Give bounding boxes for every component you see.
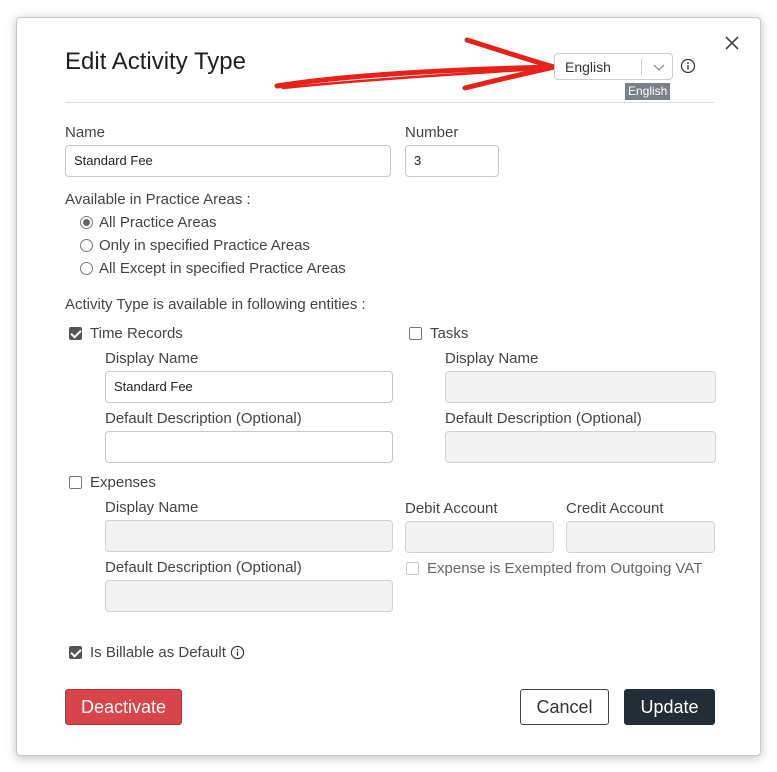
credit-account-label: Credit Account [566,500,664,517]
billable-checkbox-row[interactable]: Is Billable as Default [69,644,245,661]
time-records-checkbox-row[interactable]: Time Records [69,325,183,342]
radio-label: Only in specified Practice Areas [99,237,310,254]
select-separator [641,59,642,75]
name-input[interactable]: Standard Fee [65,145,391,177]
tasks-display-name-input [445,371,716,403]
deactivate-button[interactable]: Deactivate [65,689,182,725]
expenses-checkbox-row[interactable]: Expenses [69,474,156,491]
time-records-default-desc-input[interactable] [105,431,393,463]
radio-all-except-specified[interactable]: All Except in specified Practice Areas [80,260,346,277]
entities-label: Activity Type is available in following … [65,296,366,313]
radio-all-practice-areas[interactable]: All Practice Areas [80,214,217,231]
time-records-checkbox[interactable] [69,327,82,340]
expenses-checkbox[interactable] [69,476,82,489]
radio-label: All Except in specified Practice Areas [99,260,346,277]
language-tooltip: English [625,83,671,100]
tasks-default-desc-input [445,431,716,463]
radio-button[interactable] [80,239,93,252]
time-records-label: Time Records [90,325,183,342]
tasks-label: Tasks [430,325,469,342]
language-select[interactable]: English [554,53,673,80]
chevron-down-icon[interactable] [647,55,671,79]
time-records-default-desc-label: Default Description (Optional) [105,410,302,427]
debit-account-label: Debit Account [405,500,498,517]
expenses-display-name-label: Display Name [105,499,199,516]
edit-activity-type-dialog: Edit Activity Type English English Name … [16,17,761,756]
radio-label: All Practice Areas [99,214,217,231]
radio-button[interactable] [80,262,93,275]
dialog-title: Edit Activity Type [65,48,246,75]
vat-exempt-checkbox-row: Expense is Exempted from Outgoing VAT [406,560,702,577]
tasks-default-desc-label: Default Description (Optional) [445,410,642,427]
credit-account-input [566,521,715,553]
close-button[interactable] [721,32,743,54]
time-records-display-name-label: Display Name [105,350,199,367]
expenses-default-desc-label: Default Description (Optional) [105,559,302,576]
tasks-checkbox[interactable] [409,327,422,340]
tasks-checkbox-row[interactable]: Tasks [409,325,468,342]
info-icon[interactable] [230,645,245,660]
number-label: Number [405,124,459,141]
expenses-default-desc-input [105,580,393,612]
radio-only-specified[interactable]: Only in specified Practice Areas [80,237,310,254]
red-arrow-annotation [274,37,557,91]
time-records-display-name-input[interactable]: Standard Fee [105,371,393,403]
language-select-value: English [565,59,611,75]
name-label: Name [65,124,106,141]
radio-button[interactable] [80,216,93,229]
expenses-display-name-input [105,520,393,552]
update-button[interactable]: Update [624,689,715,725]
number-input[interactable]: 3 [405,145,499,177]
info-icon[interactable] [680,58,696,74]
debit-account-input [405,521,554,553]
practice-areas-label: Available in Practice Areas : [65,191,251,208]
cancel-button[interactable]: Cancel [520,689,609,725]
close-icon[interactable] [725,36,739,50]
expenses-label: Expenses [90,474,156,491]
billable-label: Is Billable as Default [90,644,226,661]
vat-exempt-checkbox [406,562,419,575]
tasks-display-name-label: Display Name [445,350,539,367]
header-divider [65,102,714,103]
billable-checkbox[interactable] [69,646,82,659]
vat-exempt-label: Expense is Exempted from Outgoing VAT [427,560,703,577]
